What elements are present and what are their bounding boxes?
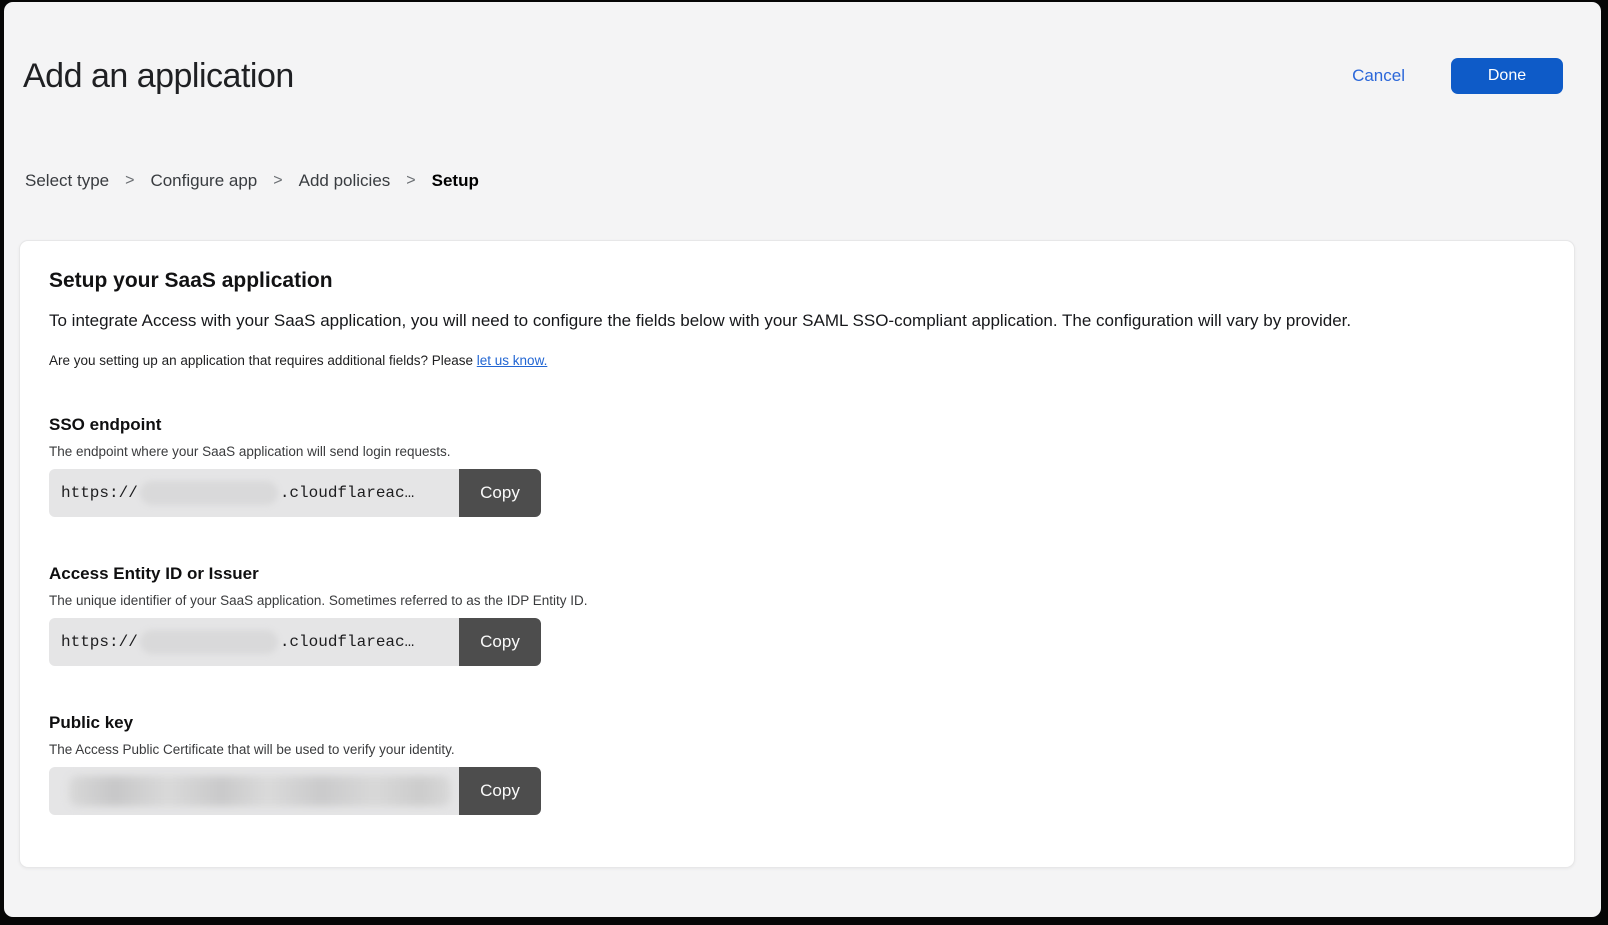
breadcrumb-separator: > bbox=[273, 172, 282, 190]
value-suffix: .cloudflareac… bbox=[280, 484, 414, 502]
card-note: Are you setting up an application that r… bbox=[49, 353, 1544, 368]
card-title: Setup your SaaS application bbox=[49, 269, 1544, 293]
breadcrumb-step-select-type[interactable]: Select type bbox=[25, 171, 109, 191]
redacted-text bbox=[140, 630, 278, 654]
field-label: Access Entity ID or Issuer bbox=[49, 564, 1544, 584]
page-header: Add an application Cancel Done bbox=[4, 2, 1601, 97]
public-key-value[interactable] bbox=[49, 767, 459, 815]
card-description: To integrate Access with your SaaS appli… bbox=[49, 310, 1544, 333]
done-button[interactable]: Done bbox=[1451, 58, 1563, 94]
breadcrumb-separator: > bbox=[125, 172, 134, 190]
field-label: Public key bbox=[49, 713, 1544, 733]
copy-button[interactable]: Copy bbox=[459, 618, 541, 666]
breadcrumb-step-configure-app[interactable]: Configure app bbox=[150, 171, 257, 191]
field-access-entity-id: Access Entity ID or Issuer The unique id… bbox=[49, 564, 1544, 666]
let-us-know-link[interactable]: let us know. bbox=[477, 353, 548, 368]
cancel-button[interactable]: Cancel bbox=[1352, 66, 1405, 86]
field-label: SSO endpoint bbox=[49, 415, 1544, 435]
value-suffix: .cloudflareac… bbox=[280, 633, 414, 651]
breadcrumb-step-setup: Setup bbox=[432, 171, 479, 191]
sso-endpoint-row: https:// .cloudflareac… Copy bbox=[49, 469, 541, 517]
setup-saas-card: Setup your SaaS application To integrate… bbox=[19, 240, 1575, 868]
field-description: The Access Public Certificate that will … bbox=[49, 742, 1544, 757]
header-actions: Cancel Done bbox=[1352, 58, 1563, 94]
value-prefix: https:// bbox=[61, 484, 138, 502]
field-sso-endpoint: SSO endpoint The endpoint where your Saa… bbox=[49, 415, 1544, 517]
breadcrumb: Select type > Configure app > Add polici… bbox=[25, 171, 1601, 191]
copy-button[interactable]: Copy bbox=[459, 469, 541, 517]
redacted-text bbox=[69, 776, 451, 806]
field-description: The unique identifier of your SaaS appli… bbox=[49, 593, 1544, 608]
redacted-text bbox=[140, 481, 278, 505]
breadcrumb-separator: > bbox=[406, 172, 415, 190]
breadcrumb-step-add-policies[interactable]: Add policies bbox=[299, 171, 391, 191]
copy-button[interactable]: Copy bbox=[459, 767, 541, 815]
field-public-key: Public key The Access Public Certificate… bbox=[49, 713, 1544, 815]
value-prefix: https:// bbox=[61, 633, 138, 651]
field-description: The endpoint where your SaaS application… bbox=[49, 444, 1544, 459]
sso-endpoint-value[interactable]: https:// .cloudflareac… bbox=[49, 469, 459, 517]
card-note-text: Are you setting up an application that r… bbox=[49, 353, 477, 368]
public-key-row: Copy bbox=[49, 767, 541, 815]
access-entity-id-value[interactable]: https:// .cloudflareac… bbox=[49, 618, 459, 666]
access-entity-id-row: https:// .cloudflareac… Copy bbox=[49, 618, 541, 666]
add-application-page: Add an application Cancel Done Select ty… bbox=[4, 2, 1601, 917]
page-title: Add an application bbox=[23, 56, 294, 97]
